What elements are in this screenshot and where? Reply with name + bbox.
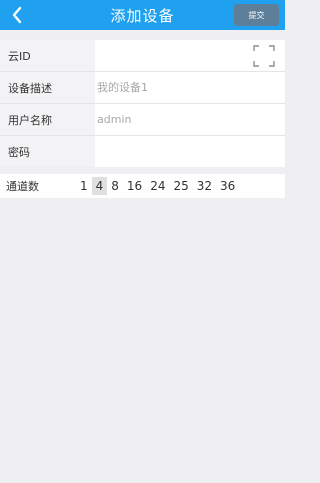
channel-count-bar: 通道数 1 4 8 16 24 25 32 36: [0, 174, 285, 198]
cloud-id-cell: [95, 40, 285, 71]
channel-option-4[interactable]: 4: [91, 177, 108, 195]
submit-button[interactable]: 提交: [234, 4, 279, 26]
password-label: 密码: [0, 136, 95, 167]
channel-option-16[interactable]: 16: [123, 177, 146, 195]
channel-option-32[interactable]: 32: [193, 177, 216, 195]
channel-options: 1 4 8 16 24 25 32 36: [76, 174, 239, 198]
form-row-cloud-id: 云ID: [0, 40, 285, 72]
scan-frame-icon[interactable]: [253, 44, 275, 67]
cloud-id-label: 云ID: [0, 40, 95, 71]
username-cell: [95, 104, 285, 135]
back-button[interactable]: [0, 0, 34, 30]
channel-option-8[interactable]: 8: [107, 177, 123, 195]
channel-option-24[interactable]: 24: [146, 177, 169, 195]
username-input[interactable]: [95, 104, 285, 135]
channel-option-25[interactable]: 25: [169, 177, 192, 195]
device-form: 云ID 设备描述 用户名称 密码: [0, 40, 285, 167]
form-row-password: 密码: [0, 136, 285, 167]
username-label: 用户名称: [0, 104, 95, 135]
page-title: 添加设备: [110, 6, 175, 25]
device-desc-input[interactable]: [95, 72, 285, 103]
device-desc-label: 设备描述: [0, 72, 95, 103]
channel-option-1[interactable]: 1: [76, 177, 92, 195]
channel-option-36[interactable]: 36: [216, 177, 239, 195]
form-row-username: 用户名称: [0, 104, 285, 136]
device-desc-cell: [95, 72, 285, 103]
header-bar: 添加设备 提交: [0, 0, 285, 30]
form-row-device-desc: 设备描述: [0, 72, 285, 104]
chevron-left-icon: [12, 6, 22, 24]
password-input[interactable]: [95, 136, 285, 167]
channel-count-label: 通道数: [6, 180, 39, 193]
password-cell: [95, 136, 285, 167]
